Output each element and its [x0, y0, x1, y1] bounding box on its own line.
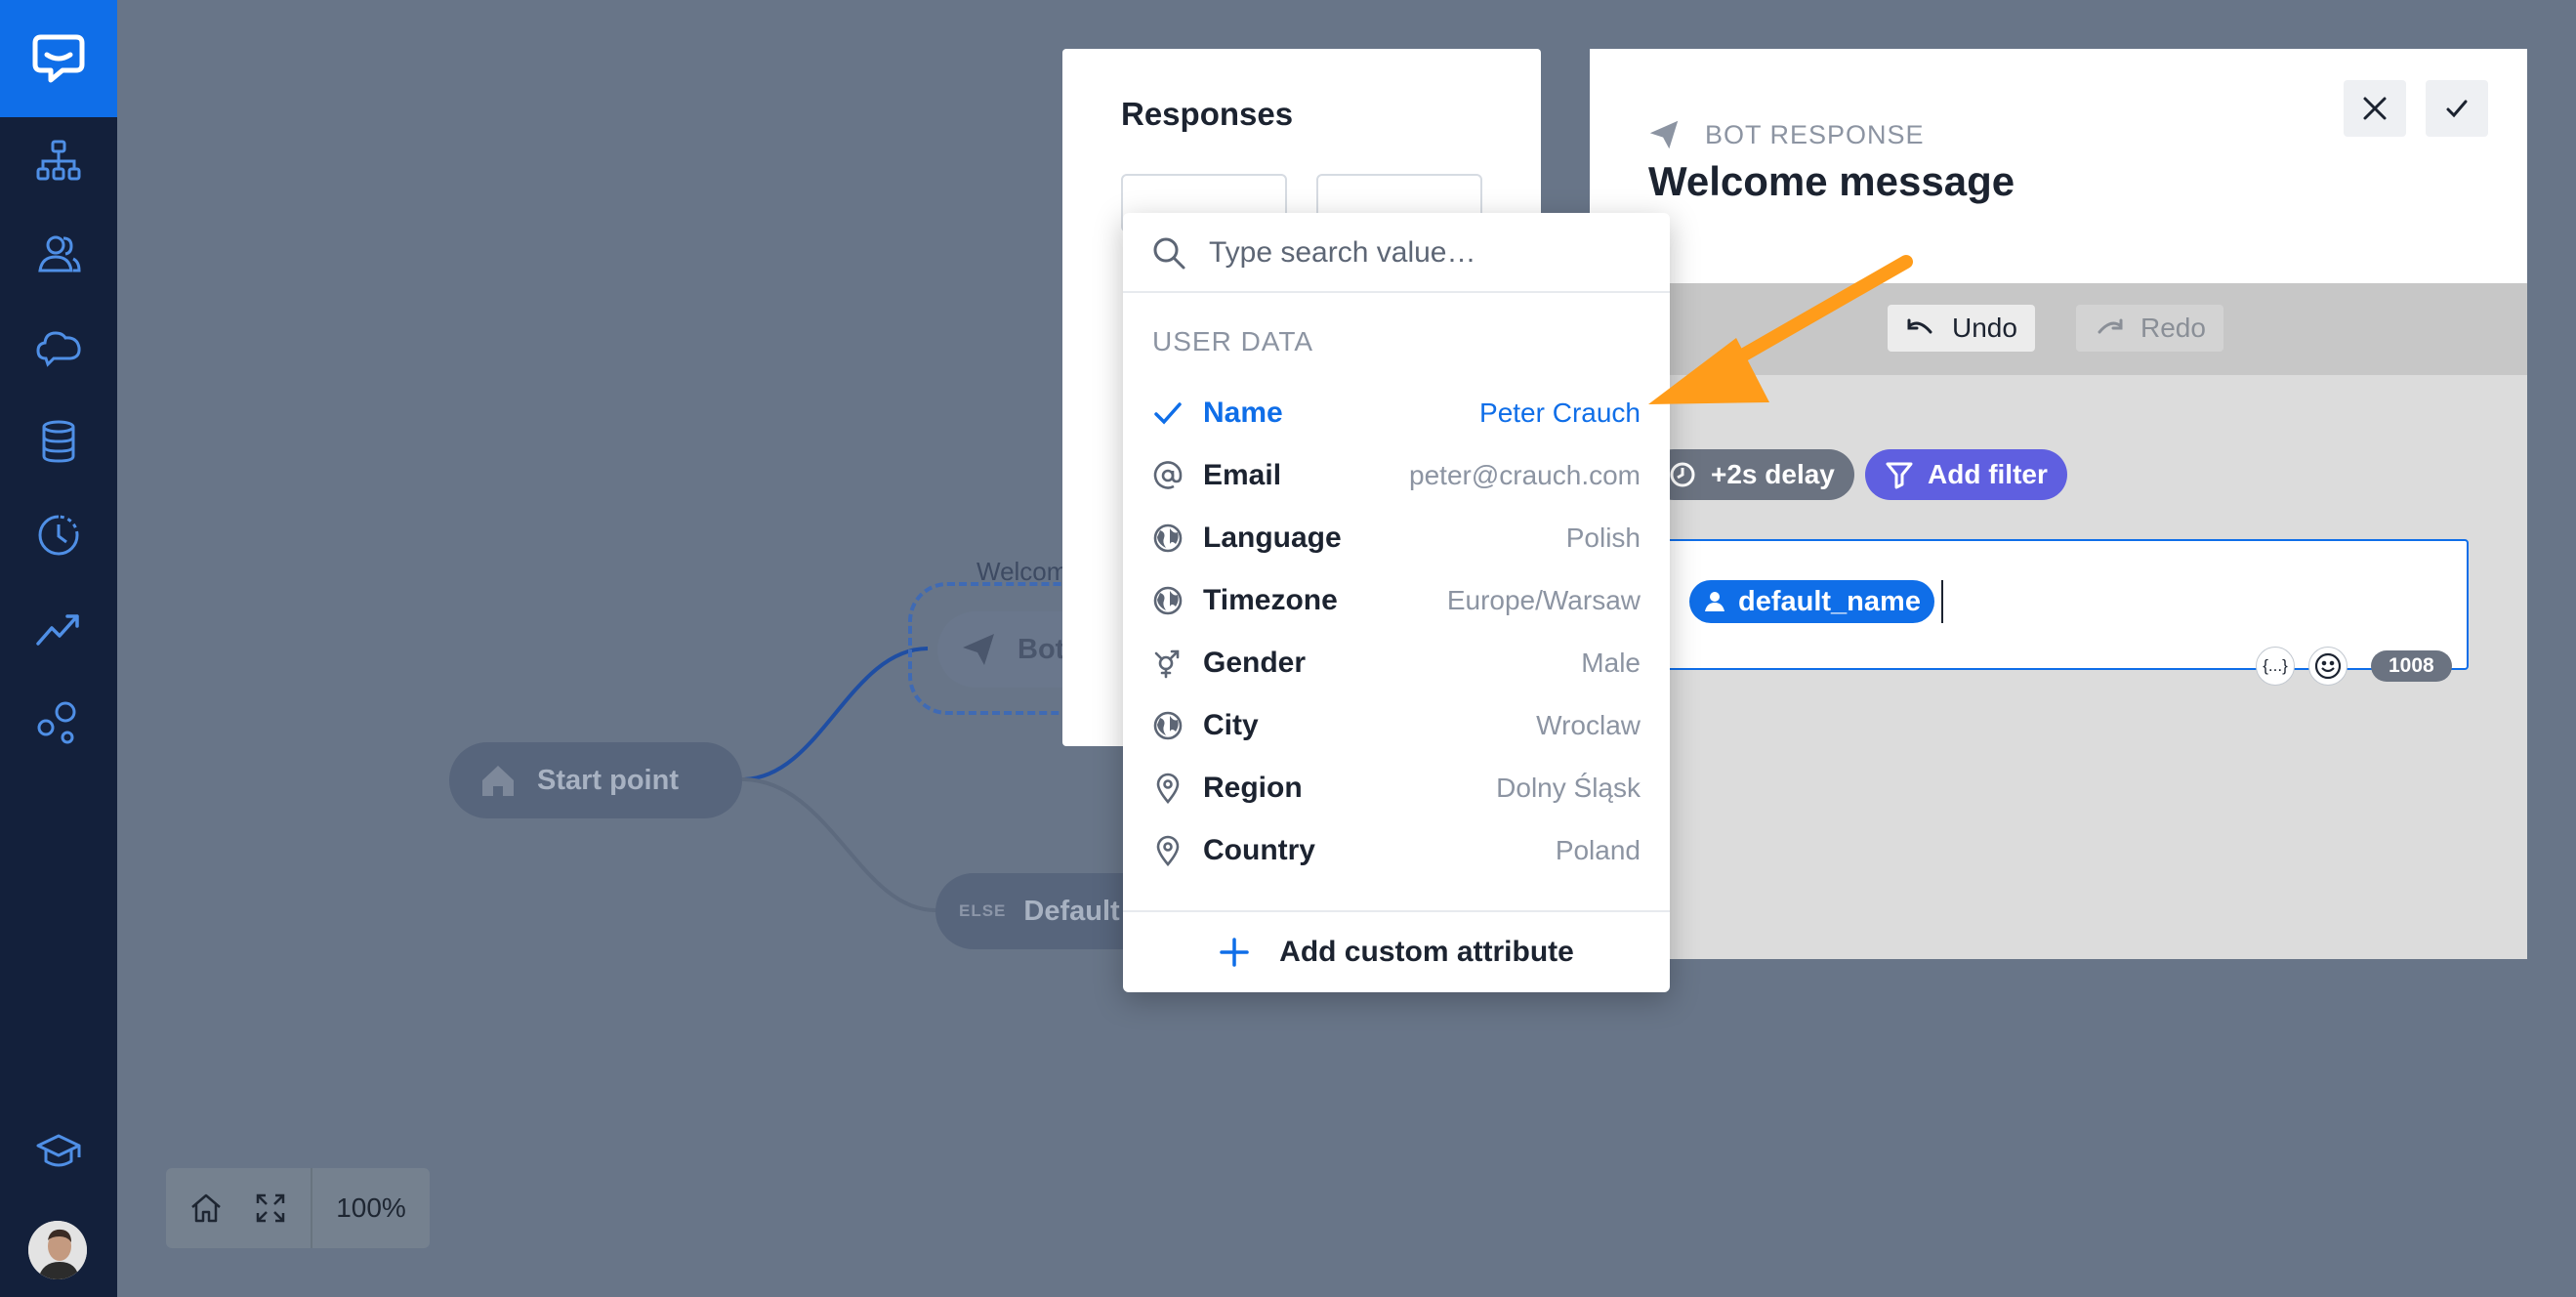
center-home-button[interactable]: [174, 1168, 238, 1248]
option-value: Wroclaw: [1536, 710, 1641, 740]
bot-response-panel: BOT RESPONSE Welcome message Undo Redo +…: [1590, 49, 2527, 959]
option-label: Country: [1203, 834, 1315, 866]
start-point-label: Start point: [537, 764, 679, 796]
option-name[interactable]: Name Peter Crauch: [1123, 382, 1670, 444]
option-label: City: [1203, 709, 1259, 741]
pin-icon: [1150, 833, 1185, 868]
check-icon: [1150, 396, 1185, 431]
confirm-button[interactable]: [2426, 80, 2488, 137]
variable-picker-label: {...}: [2263, 656, 2288, 675]
option-label: Timezone: [1203, 584, 1338, 616]
add-custom-attribute-label: Add custom attribute: [1279, 936, 1574, 968]
option-label: Region: [1203, 772, 1303, 804]
variable-dropdown: USER DATA Name Peter Crauch Email peter@…: [1123, 213, 1670, 992]
plus-icon: [1220, 938, 1249, 967]
option-value: Peter Crauch: [1479, 397, 1641, 428]
close-icon: [2363, 97, 2387, 120]
user-icon: [1705, 592, 1724, 611]
undo-label: Undo: [1952, 313, 2017, 343]
option-gender[interactable]: Gender Male: [1123, 632, 1670, 694]
emoji-button[interactable]: [2308, 647, 2347, 686]
option-region[interactable]: Region Dolny Śląsk: [1123, 757, 1670, 819]
expand-icon: [256, 1193, 285, 1223]
bot-panel-header: BOT RESPONSE Welcome message: [1590, 49, 2527, 283]
search-input[interactable]: [1209, 232, 1639, 273]
bot-node-label: Bot: [1018, 633, 1065, 665]
filter-icon: [1886, 462, 1913, 489]
send-icon: [1649, 120, 1679, 149]
option-value: Dolny Śląsk: [1496, 773, 1641, 803]
check-icon: [2446, 100, 2468, 118]
bot-group-label: Welcom: [976, 557, 1068, 586]
option-value: Polish: [1565, 523, 1641, 553]
close-button[interactable]: [2344, 80, 2406, 137]
editor-toolbar: Undo Redo: [1590, 283, 2527, 375]
option-value: Poland: [1555, 835, 1641, 865]
redo-button[interactable]: Redo: [2076, 305, 2223, 352]
option-language[interactable]: Language Polish: [1123, 507, 1670, 569]
responses-title: Responses: [1121, 96, 1294, 132]
bot-kind-label: BOT RESPONSE: [1705, 119, 1925, 149]
character-count: 1008: [2371, 650, 2452, 682]
zoom-level[interactable]: 100%: [312, 1192, 430, 1224]
home-outline-icon: [191, 1193, 221, 1223]
option-label: Language: [1203, 522, 1342, 554]
delay-pill[interactable]: +2s delay: [1648, 449, 1854, 500]
option-label: Email: [1203, 459, 1282, 491]
send-icon: [963, 634, 994, 665]
bot-response-kind: BOT RESPONSE: [1648, 119, 1925, 150]
zoom-toolbar: 100%: [166, 1168, 430, 1248]
start-point-node[interactable]: Start point: [449, 742, 742, 818]
search-icon: [1153, 237, 1185, 270]
option-label: Gender: [1203, 647, 1307, 679]
option-value: Europe/Warsaw: [1446, 585, 1641, 615]
option-timezone[interactable]: Timezone Europe/Warsaw: [1123, 569, 1670, 632]
option-value: peter@crauch.com: [1409, 460, 1641, 490]
option-label: Name: [1203, 397, 1283, 429]
globe-icon: [1150, 708, 1185, 743]
option-city[interactable]: City Wroclaw: [1123, 694, 1670, 757]
text-caret: [1941, 580, 1943, 623]
fit-screen-button[interactable]: [238, 1168, 303, 1248]
user-data-section-label: USER DATA: [1152, 326, 1314, 356]
add-filter-button[interactable]: Add filter: [1865, 449, 2067, 500]
clock-icon: [1670, 462, 1695, 487]
gender-icon: [1150, 646, 1185, 681]
globe-icon: [1150, 521, 1185, 556]
variable-picker-button[interactable]: {...}: [2256, 647, 2295, 686]
undo-icon: [1907, 318, 1932, 334]
default-node-label: Default: [1023, 895, 1120, 927]
add-filter-label: Add filter: [1928, 459, 2048, 489]
bot-response-name[interactable]: Welcome message: [1648, 158, 2015, 205]
add-custom-attribute-button[interactable]: Add custom attribute: [1123, 910, 1670, 992]
search-row: [1123, 213, 1670, 293]
option-country[interactable]: Country Poland: [1123, 819, 1670, 882]
undo-button[interactable]: Undo: [1888, 305, 2035, 352]
redo-icon: [2098, 318, 2123, 334]
option-value: Male: [1581, 648, 1641, 678]
option-email[interactable]: Email peter@crauch.com: [1123, 444, 1670, 507]
globe-icon: [1150, 583, 1185, 618]
at-icon: [1150, 458, 1185, 493]
else-tag: ELSE: [959, 901, 1007, 920]
delay-label: +2s delay: [1711, 459, 1835, 489]
home-icon: [482, 766, 514, 796]
default-fallback-node[interactable]: ELSE Default: [935, 873, 1131, 949]
emoji-icon: [2314, 652, 2342, 680]
variable-chip[interactable]: default_name: [1689, 580, 1934, 623]
pin-icon: [1150, 771, 1185, 806]
redo-label: Redo: [2140, 313, 2206, 343]
variable-chip-label: default_name: [1738, 585, 1921, 617]
